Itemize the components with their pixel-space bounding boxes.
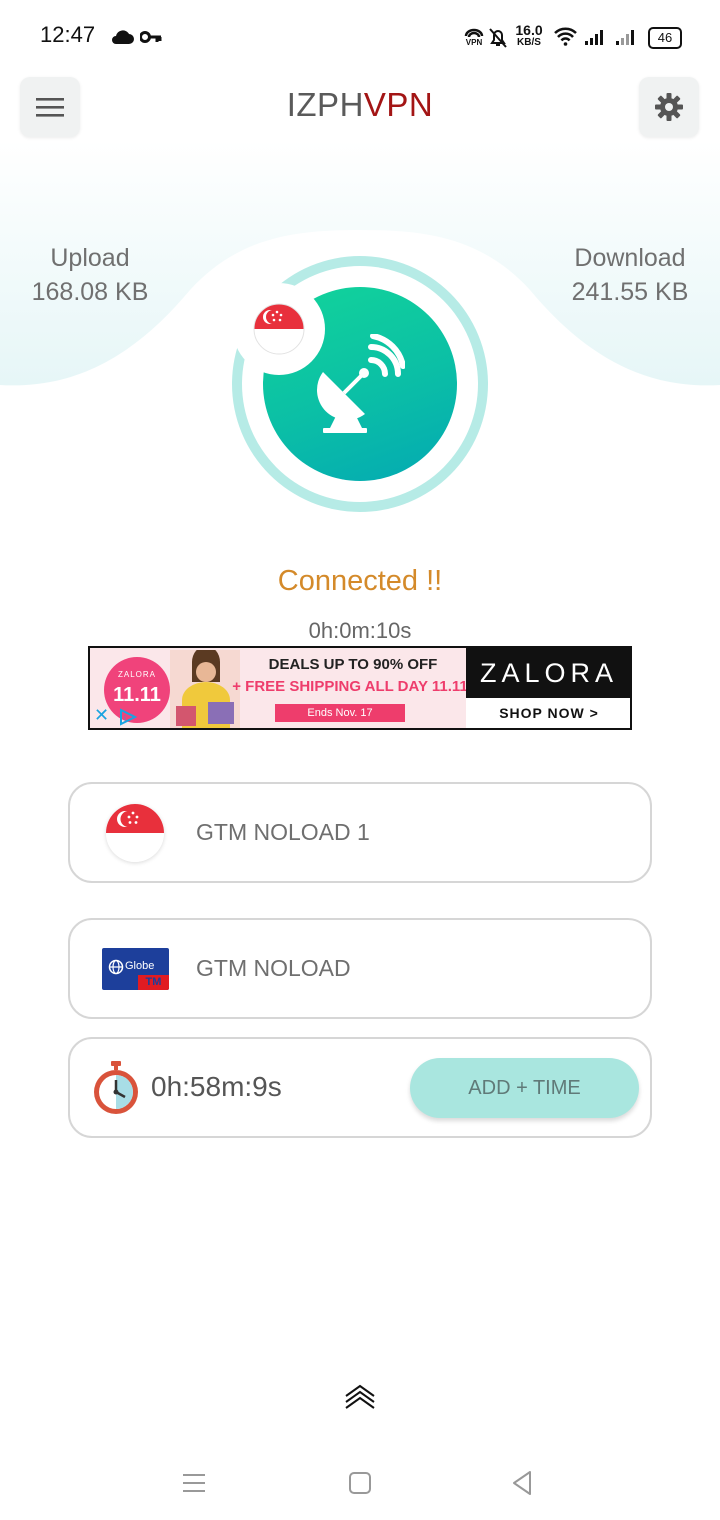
ad-cta-button[interactable]: SHOP NOW >	[466, 698, 630, 728]
chevron-double-up-icon[interactable]	[344, 1382, 376, 1414]
upload-value: 168.08 KB	[31, 278, 149, 306]
signal-icon	[585, 30, 603, 45]
add-time-button[interactable]: ADD + TIME	[410, 1058, 639, 1118]
ad-close-icon[interactable]: ✕	[94, 706, 109, 724]
singapore-flag-icon	[253, 303, 305, 355]
home-icon[interactable]	[348, 1468, 372, 1498]
upload-label: Upload	[50, 244, 130, 272]
app-title-part1: IZPH	[286, 86, 364, 123]
gear-icon	[655, 93, 683, 121]
settings-button[interactable]	[639, 77, 699, 137]
connection-status: Connected !!	[277, 565, 443, 597]
stopwatch-icon	[94, 1061, 138, 1114]
key-icon	[140, 31, 162, 43]
ad-headline: DEALS UP TO 90% OFF	[268, 656, 438, 673]
ad-choices-icon[interactable]: i	[118, 708, 138, 726]
country-flag-badge[interactable]	[233, 283, 325, 375]
download-label: Download	[574, 244, 686, 272]
app-title-part2: VPN	[363, 86, 434, 123]
vpn-label: VPN	[465, 38, 483, 47]
ad-ends-badge: Ends Nov. 17	[275, 704, 405, 722]
network-speed-unit: KB/S	[517, 37, 541, 48]
recents-icon[interactable]	[182, 1468, 206, 1498]
network-name: GTM NOLOAD	[196, 955, 351, 981]
globe-logo-icon	[108, 959, 124, 975]
ad-subheadline: + FREE SHIPPING ALL DAY 11.11	[232, 678, 468, 695]
singapore-flag-icon	[106, 804, 164, 862]
svg-text:i: i	[124, 715, 126, 723]
back-icon[interactable]	[510, 1468, 534, 1498]
battery-level: 46	[657, 30, 673, 45]
connection-duration: 0h:0m:10s	[308, 618, 412, 643]
app-title: IZPHVPN	[0, 86, 720, 124]
network-speed-value: 16.0	[515, 22, 543, 38]
ad-brand-small: ZALORA	[117, 670, 156, 679]
ad-brand: ZALORA	[479, 658, 619, 688]
tm-logo-badge: TM	[138, 975, 169, 990]
download-value: 241.55 KB	[571, 278, 689, 306]
wifi-icon	[554, 27, 577, 46]
ad-date-badge: 11.11	[113, 684, 161, 706]
server-name: GTM NOLOAD 1	[196, 819, 370, 845]
globe-logo-text: Globe	[125, 960, 155, 972]
satellite-dish-icon	[317, 334, 405, 433]
status-bar-time: 12:47	[40, 22, 96, 47]
battery-icon: 46	[648, 27, 682, 49]
globe-tm-logo: Globe TM	[102, 948, 169, 990]
timer-remaining: 0h:58m:9s	[151, 1071, 282, 1102]
cloud-icon	[112, 30, 134, 44]
server-flag	[106, 804, 164, 862]
bell-off-icon	[489, 28, 507, 48]
signal-weak-icon	[616, 30, 634, 45]
ad-banner[interactable]: ZALORA 11.11 DEALS UP TO 90% OFF + FREE …	[88, 646, 632, 730]
